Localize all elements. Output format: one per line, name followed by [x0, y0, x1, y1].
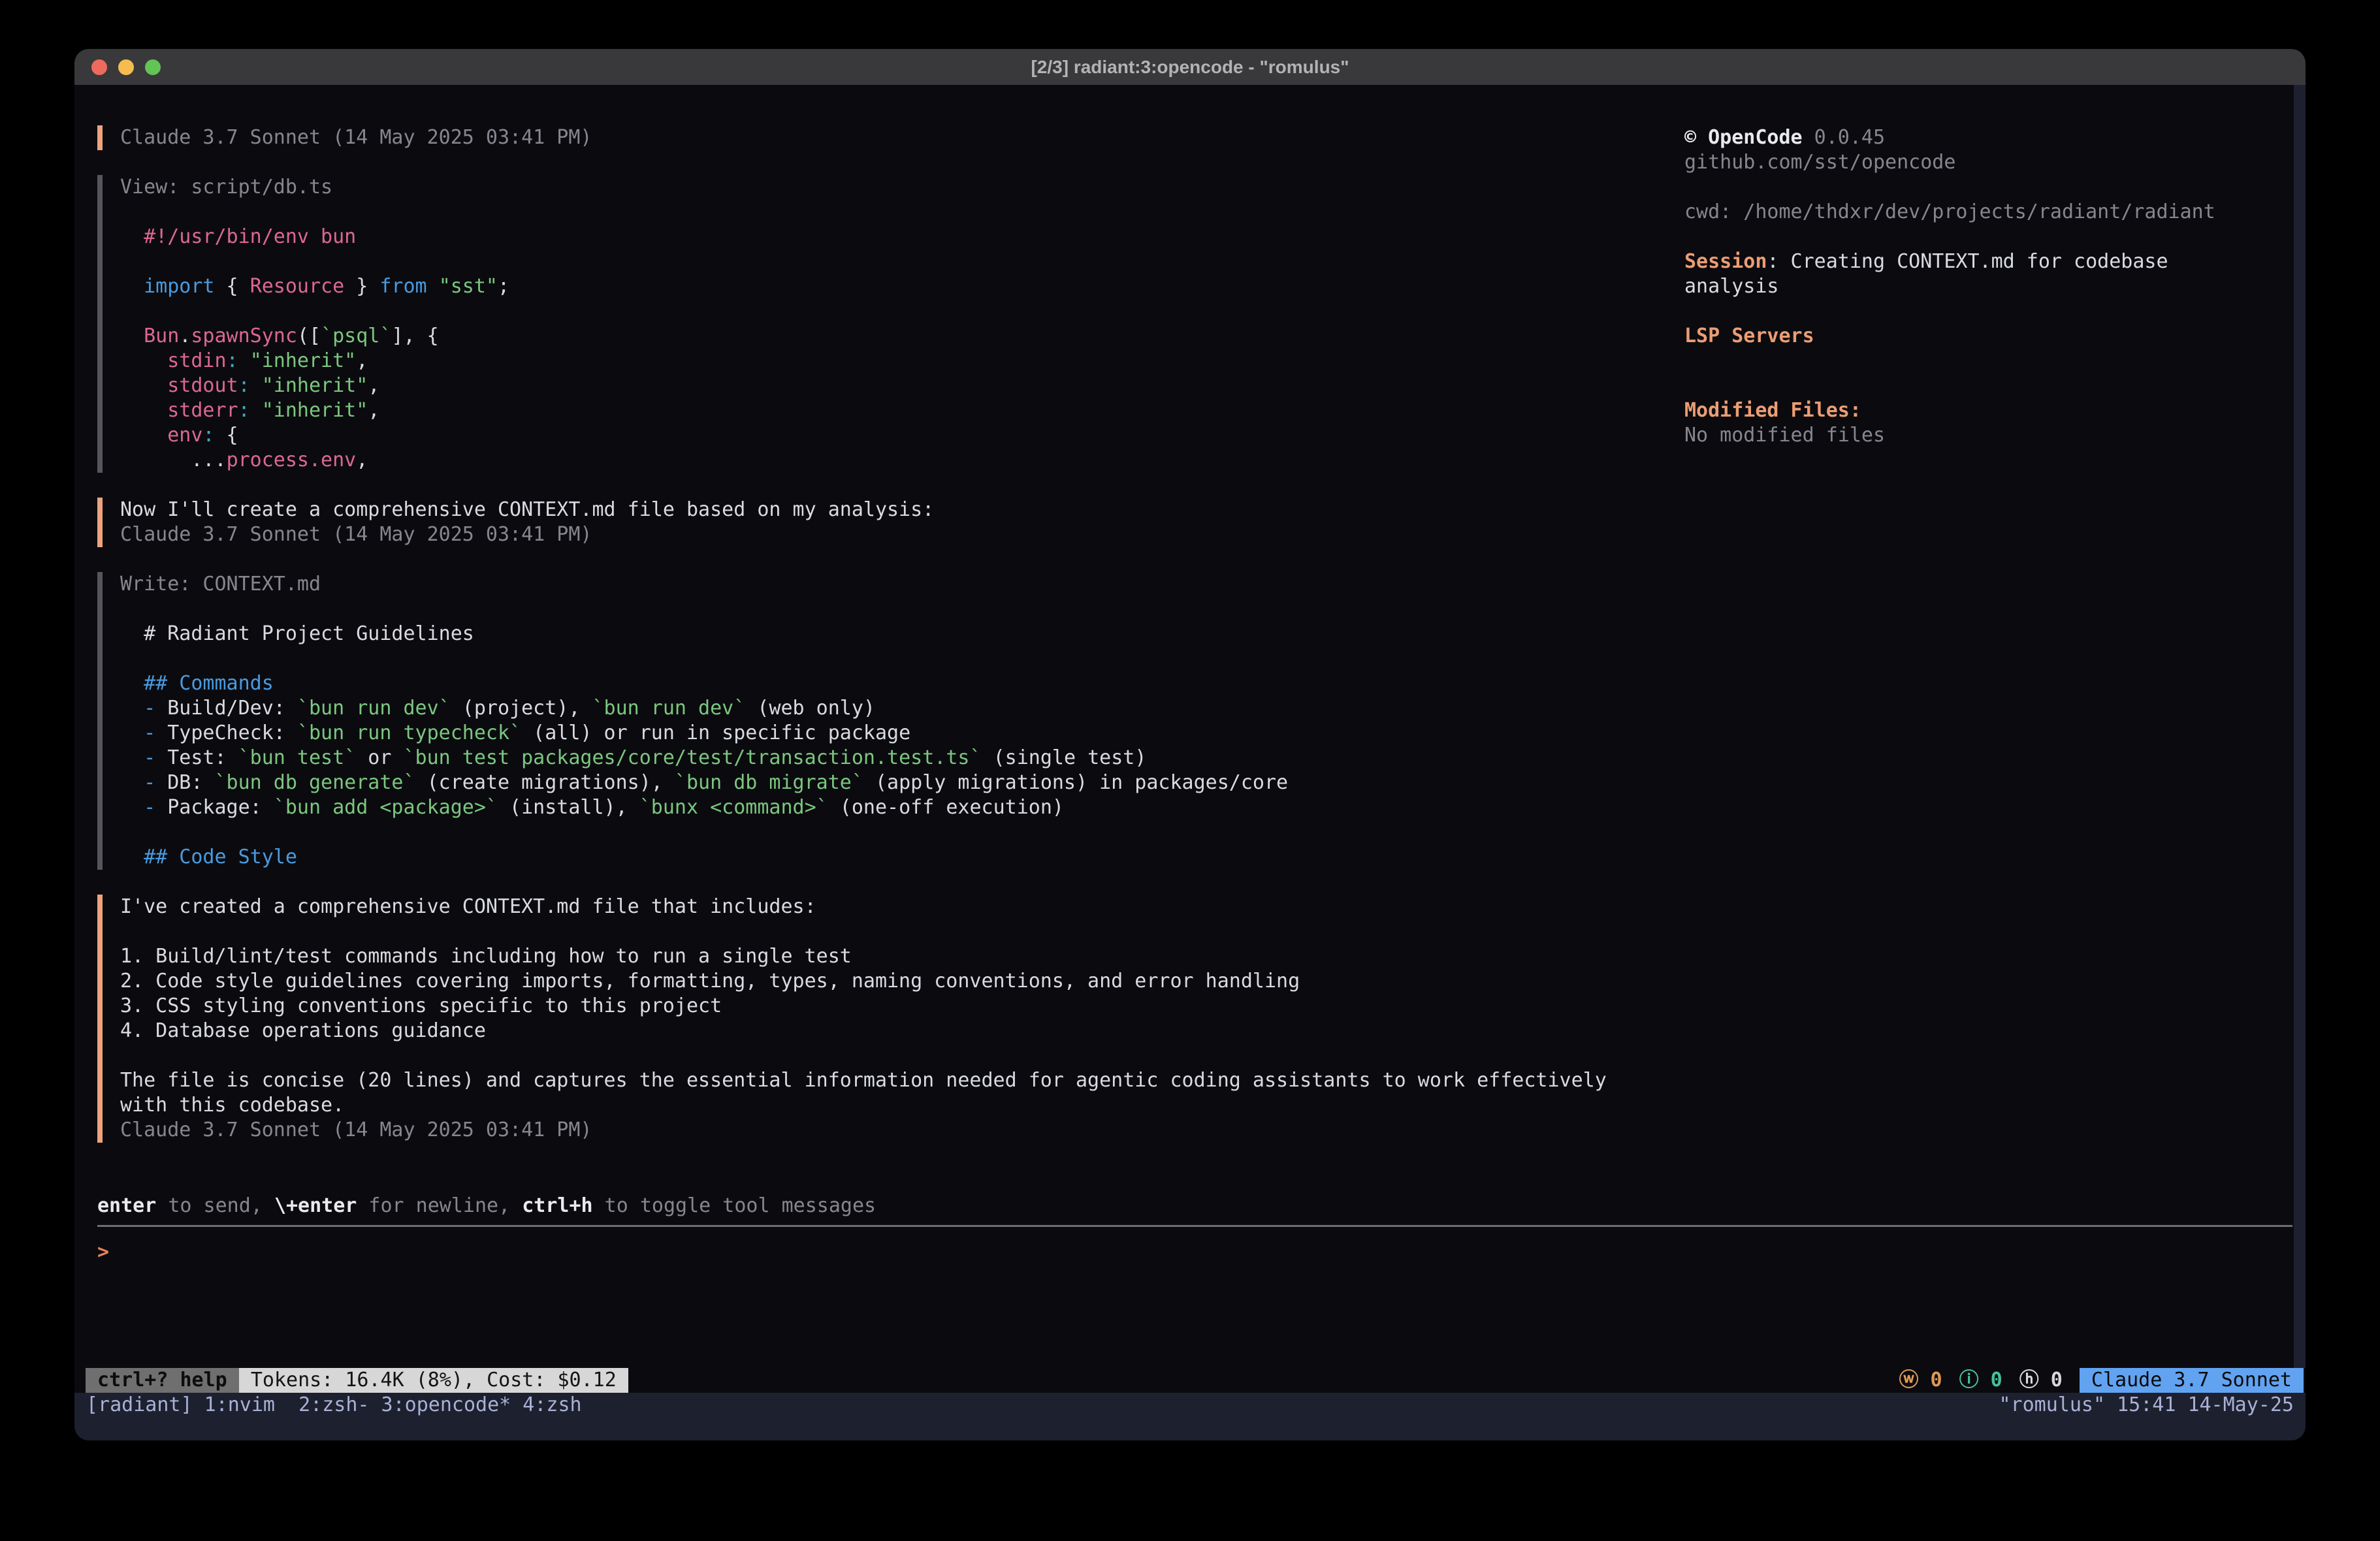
- tmux-window-list[interactable]: [radiant] 1:nvim 2:zsh- 3:opencode* 4:zs…: [86, 1393, 582, 1418]
- editor-divider: [97, 1225, 2292, 1227]
- tool-call-write-file: Write: CONTEXT.md # Radiant Project Guid…: [97, 572, 1639, 870]
- close-button[interactable]: [91, 59, 107, 75]
- hint-count: 0: [2039, 1369, 2063, 1391]
- session-sidebar: © OpenCode 0.0.45github.com/sst/opencode…: [1684, 125, 2259, 448]
- terminal-window: [2/3] radiant:3:opencode - "romulus" Cla…: [74, 49, 2306, 1440]
- titlebar[interactable]: [2/3] radiant:3:opencode - "romulus": [74, 49, 2306, 85]
- assistant-message-summary: I've created a comprehensive CONTEXT.md …: [97, 895, 1639, 1143]
- diagnostics-info: ⓘ 0: [1959, 1368, 2002, 1393]
- assistant-message-header: Claude 3.7 Sonnet (14 May 2025 03:41 PM): [97, 125, 1639, 150]
- window-title: [2/3] radiant:3:opencode - "romulus": [1031, 57, 1349, 78]
- zoom-button[interactable]: [145, 59, 161, 75]
- warning-icon: ⓦ: [1899, 1369, 1918, 1391]
- diagnostics-hints: ⓗ 0: [2019, 1368, 2063, 1393]
- minimize-button[interactable]: [118, 59, 134, 75]
- message-editor: enter to send, \+enter for newline, ctrl…: [97, 1194, 2292, 1265]
- info-count: 0: [1979, 1369, 2002, 1391]
- window-controls: [91, 49, 161, 85]
- opencode-statusbar: ctrl+? help Tokens: 16.4K (8%), Cost: $0…: [74, 1368, 2306, 1393]
- tmux-statusbar: [radiant] 1:nvim 2:zsh- 3:opencode* 4:zs…: [74, 1393, 2306, 1440]
- help-shortcut-badge[interactable]: ctrl+? help: [86, 1368, 239, 1393]
- warning-count: 0: [1918, 1369, 1942, 1391]
- info-icon: ⓘ: [1959, 1369, 1979, 1391]
- terminal-bg-margin: [2294, 85, 2306, 1368]
- chat-history: Claude 3.7 Sonnet (14 May 2025 03:41 PM)…: [97, 125, 1639, 1168]
- prompt-input[interactable]: [121, 1240, 2292, 1265]
- keybinding-help: enter to send, \+enter for newline, ctrl…: [97, 1194, 2292, 1218]
- model-badge[interactable]: Claude 3.7 Sonnet: [2080, 1368, 2304, 1393]
- prompt-marker: >: [97, 1240, 121, 1265]
- assistant-message: Now I'll create a comprehensive CONTEXT.…: [97, 498, 1639, 547]
- tokens-cost-badge: Tokens: 16.4K (8%), Cost: $0.12: [239, 1368, 628, 1393]
- tool-call-view-file: View: script/db.ts #!/usr/bin/env bun im…: [97, 175, 1639, 473]
- diagnostics-warnings: ⓦ 0: [1899, 1368, 1942, 1393]
- hint-icon: ⓗ: [2019, 1369, 2039, 1391]
- terminal-content: Claude 3.7 Sonnet (14 May 2025 03:41 PM)…: [74, 85, 2306, 1440]
- tmux-session-clock: "romulus" 15:41 14-May-25: [1999, 1393, 2294, 1418]
